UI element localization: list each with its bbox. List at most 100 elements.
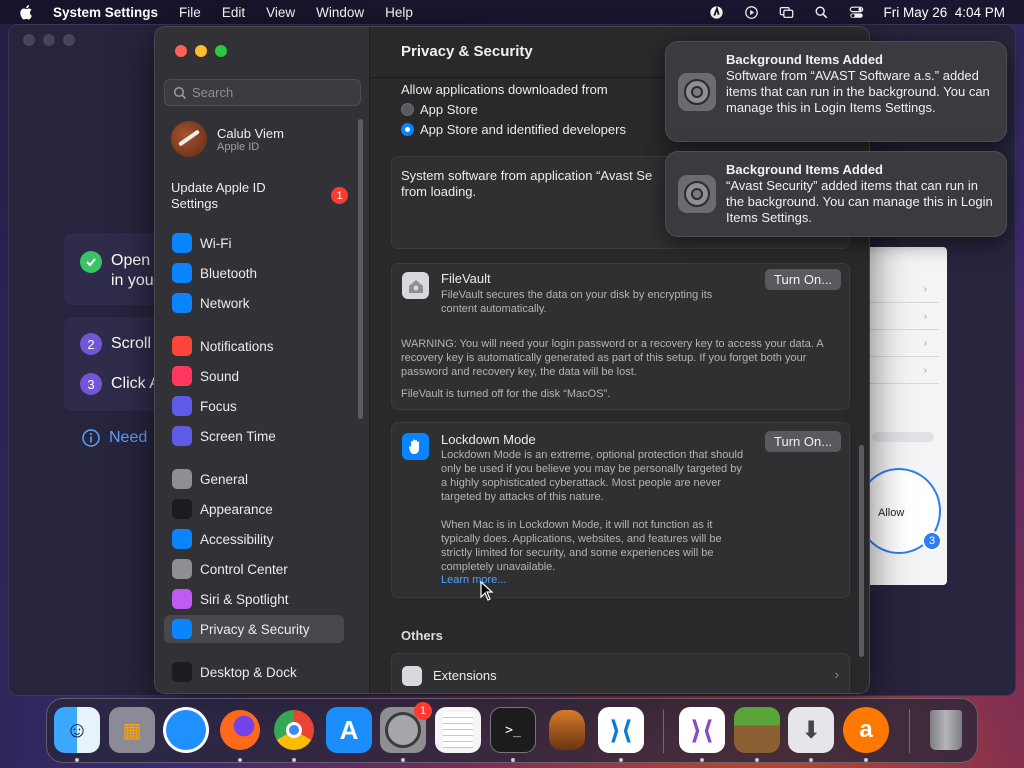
sidebar-item-screen-time[interactable]: Screen Time <box>164 422 344 450</box>
siri-icon <box>172 589 192 609</box>
dock-visual-studio-icon[interactable]: ⟩⟨ <box>679 707 725 753</box>
menu-app-name[interactable]: System Settings <box>53 5 158 20</box>
apple-id-name: Calub Viem <box>217 125 284 141</box>
apple-menu-icon[interactable] <box>18 4 36 20</box>
background-allow-label: Allow <box>878 507 905 519</box>
zoom-button[interactable] <box>215 45 227 57</box>
sidebar-item-appearance[interactable]: Appearance <box>164 495 344 523</box>
sidebar-item-focus[interactable]: Focus <box>164 392 344 420</box>
search-input[interactable]: Search <box>164 79 361 106</box>
dock-garageband-icon[interactable] <box>544 707 590 753</box>
sidebar-item-label: Notifications <box>200 338 274 354</box>
control-center-icon <box>172 559 192 579</box>
menu-help[interactable]: Help <box>385 5 413 20</box>
sidebar-item-desktop-dock[interactable]: Desktop & Dock <box>164 658 344 686</box>
dock-firefox-icon[interactable] <box>217 707 263 753</box>
checkmark-icon <box>80 251 102 273</box>
sidebar-item-label: Privacy & Security <box>200 621 310 637</box>
gear-icon <box>172 469 192 489</box>
wifi-icon <box>172 233 192 253</box>
sidebar-item-general[interactable]: General <box>164 465 344 493</box>
dock-minecraft-icon[interactable] <box>734 707 780 753</box>
hand-icon <box>402 433 429 460</box>
sidebar-item-siri-spotlight[interactable]: Siri & Spotlight <box>164 585 344 613</box>
lockdown-turn-on-button[interactable]: Turn On... <box>765 431 842 452</box>
settings-gear-icon <box>678 175 716 213</box>
sidebar-item-label: Wi-Fi <box>200 235 232 251</box>
hand-icon <box>172 619 192 639</box>
sidebar-item-wi-fi[interactable]: Wi-Fi <box>164 229 344 257</box>
notification-background-items-1[interactable]: Background Items Added Software from “AV… <box>665 41 1007 142</box>
learn-more-link[interactable]: Learn more... <box>441 574 506 586</box>
sidebar-item-label: General <box>200 471 249 487</box>
dock-chrome-icon[interactable] <box>271 707 317 753</box>
update-apple-id-item[interactable]: Update Apple ID Settings 1 <box>171 180 351 212</box>
extensions-item[interactable]: Extensions › <box>391 653 850 693</box>
sidebar-item-sound[interactable]: Sound <box>164 362 344 390</box>
notification-body: Software from “AVAST Software a.s.” adde… <box>726 68 990 115</box>
radio-app-store[interactable]: App Store <box>401 102 478 117</box>
appearance-icon <box>172 499 192 519</box>
search-icon <box>173 86 187 100</box>
dock-icon <box>172 662 192 682</box>
filevault-house-icon <box>402 272 429 299</box>
spotlight-search-icon[interactable] <box>813 5 830 20</box>
menu-window[interactable]: Window <box>316 5 364 20</box>
notification-title: Background Items Added <box>726 162 883 177</box>
avast-status-icon[interactable] <box>708 5 725 20</box>
sidebar-item-notifications[interactable]: Notifications <box>164 332 344 360</box>
radio-identified-developers[interactable]: App Store and identified developers <box>401 122 626 137</box>
menubar-clock[interactable]: Fri May 26 4:04 PM <box>883 5 1005 20</box>
others-heading: Others <box>401 628 443 643</box>
dock-trash-icon[interactable] <box>923 707 969 753</box>
lockdown-description-2: When Mac is in Lockdown Mode, it will no… <box>441 519 722 573</box>
dock-avast-icon[interactable]: a <box>843 707 889 753</box>
bell-icon <box>172 336 192 356</box>
dock-terminal-icon[interactable]: >_ <box>490 707 536 753</box>
bluetooth-icon <box>172 263 192 283</box>
sidebar-item-accessibility[interactable]: Accessibility <box>164 525 344 553</box>
dock-launchpad-icon[interactable]: ▦ <box>109 707 155 753</box>
moon-icon <box>172 396 192 416</box>
minimize-button[interactable] <box>195 45 207 57</box>
globe-icon <box>172 293 192 313</box>
sidebar-item-label: Accessibility <box>200 531 274 547</box>
dock-safari-icon[interactable] <box>163 707 209 753</box>
screen-mirroring-icon[interactable] <box>778 5 795 20</box>
dock-vscode-icon[interactable]: ⟩⟨ <box>598 707 644 753</box>
menu-view[interactable]: View <box>266 5 295 20</box>
dock-settings-badge: 1 <box>414 702 432 720</box>
search-placeholder: Search <box>192 85 234 100</box>
background-step-3: 3 Click A <box>80 373 160 395</box>
avatar <box>171 121 207 157</box>
apple-id-item[interactable]: Calub Viem Apple ID <box>171 121 284 157</box>
play-status-icon[interactable] <box>743 5 760 20</box>
control-center-menu-icon[interactable] <box>848 5 865 20</box>
hourglass-icon <box>172 426 192 446</box>
lockdown-description: Lockdown Mode is an extreme, optional pr… <box>441 449 744 503</box>
dock-app-store-icon[interactable]: A <box>326 707 372 753</box>
filevault-group: FileVault FileVault secures the data on … <box>391 263 850 410</box>
main-scrollbar[interactable] <box>859 445 864 657</box>
dock-installer-icon[interactable]: ⬇ <box>788 707 834 753</box>
close-button[interactable] <box>175 45 187 57</box>
dock-finder-icon[interactable]: ☺ <box>54 707 100 753</box>
filevault-warning: WARNING: You will need your login passwo… <box>401 338 824 378</box>
filevault-turn-on-button[interactable]: Turn On... <box>765 269 842 290</box>
dock-textedit-icon[interactable] <box>435 707 481 753</box>
sidebar-item-label: Network <box>200 295 250 311</box>
sidebar-item-network[interactable]: Network <box>164 289 344 317</box>
sidebar-item-label: Screen Time <box>200 428 276 444</box>
sidebar-item-privacy-security[interactable]: Privacy & Security <box>164 615 344 643</box>
notification-background-items-2[interactable]: Background Items Added “Avast Security” … <box>665 151 1007 237</box>
blocked-software-text: System software from application “Avast … <box>401 168 653 199</box>
radio-off-icon <box>401 103 414 116</box>
accessibility-icon <box>172 529 192 549</box>
sidebar-item-control-center[interactable]: Control Center <box>164 555 344 583</box>
menu-edit[interactable]: Edit <box>222 5 245 20</box>
sidebar-item-bluetooth[interactable]: Bluetooth <box>164 259 344 287</box>
apple-id-subtitle: Apple ID <box>217 140 260 153</box>
sidebar-scrollbar[interactable] <box>358 119 363 419</box>
background-need-help-link[interactable]: Need <box>82 429 147 447</box>
menu-file[interactable]: File <box>179 5 201 20</box>
